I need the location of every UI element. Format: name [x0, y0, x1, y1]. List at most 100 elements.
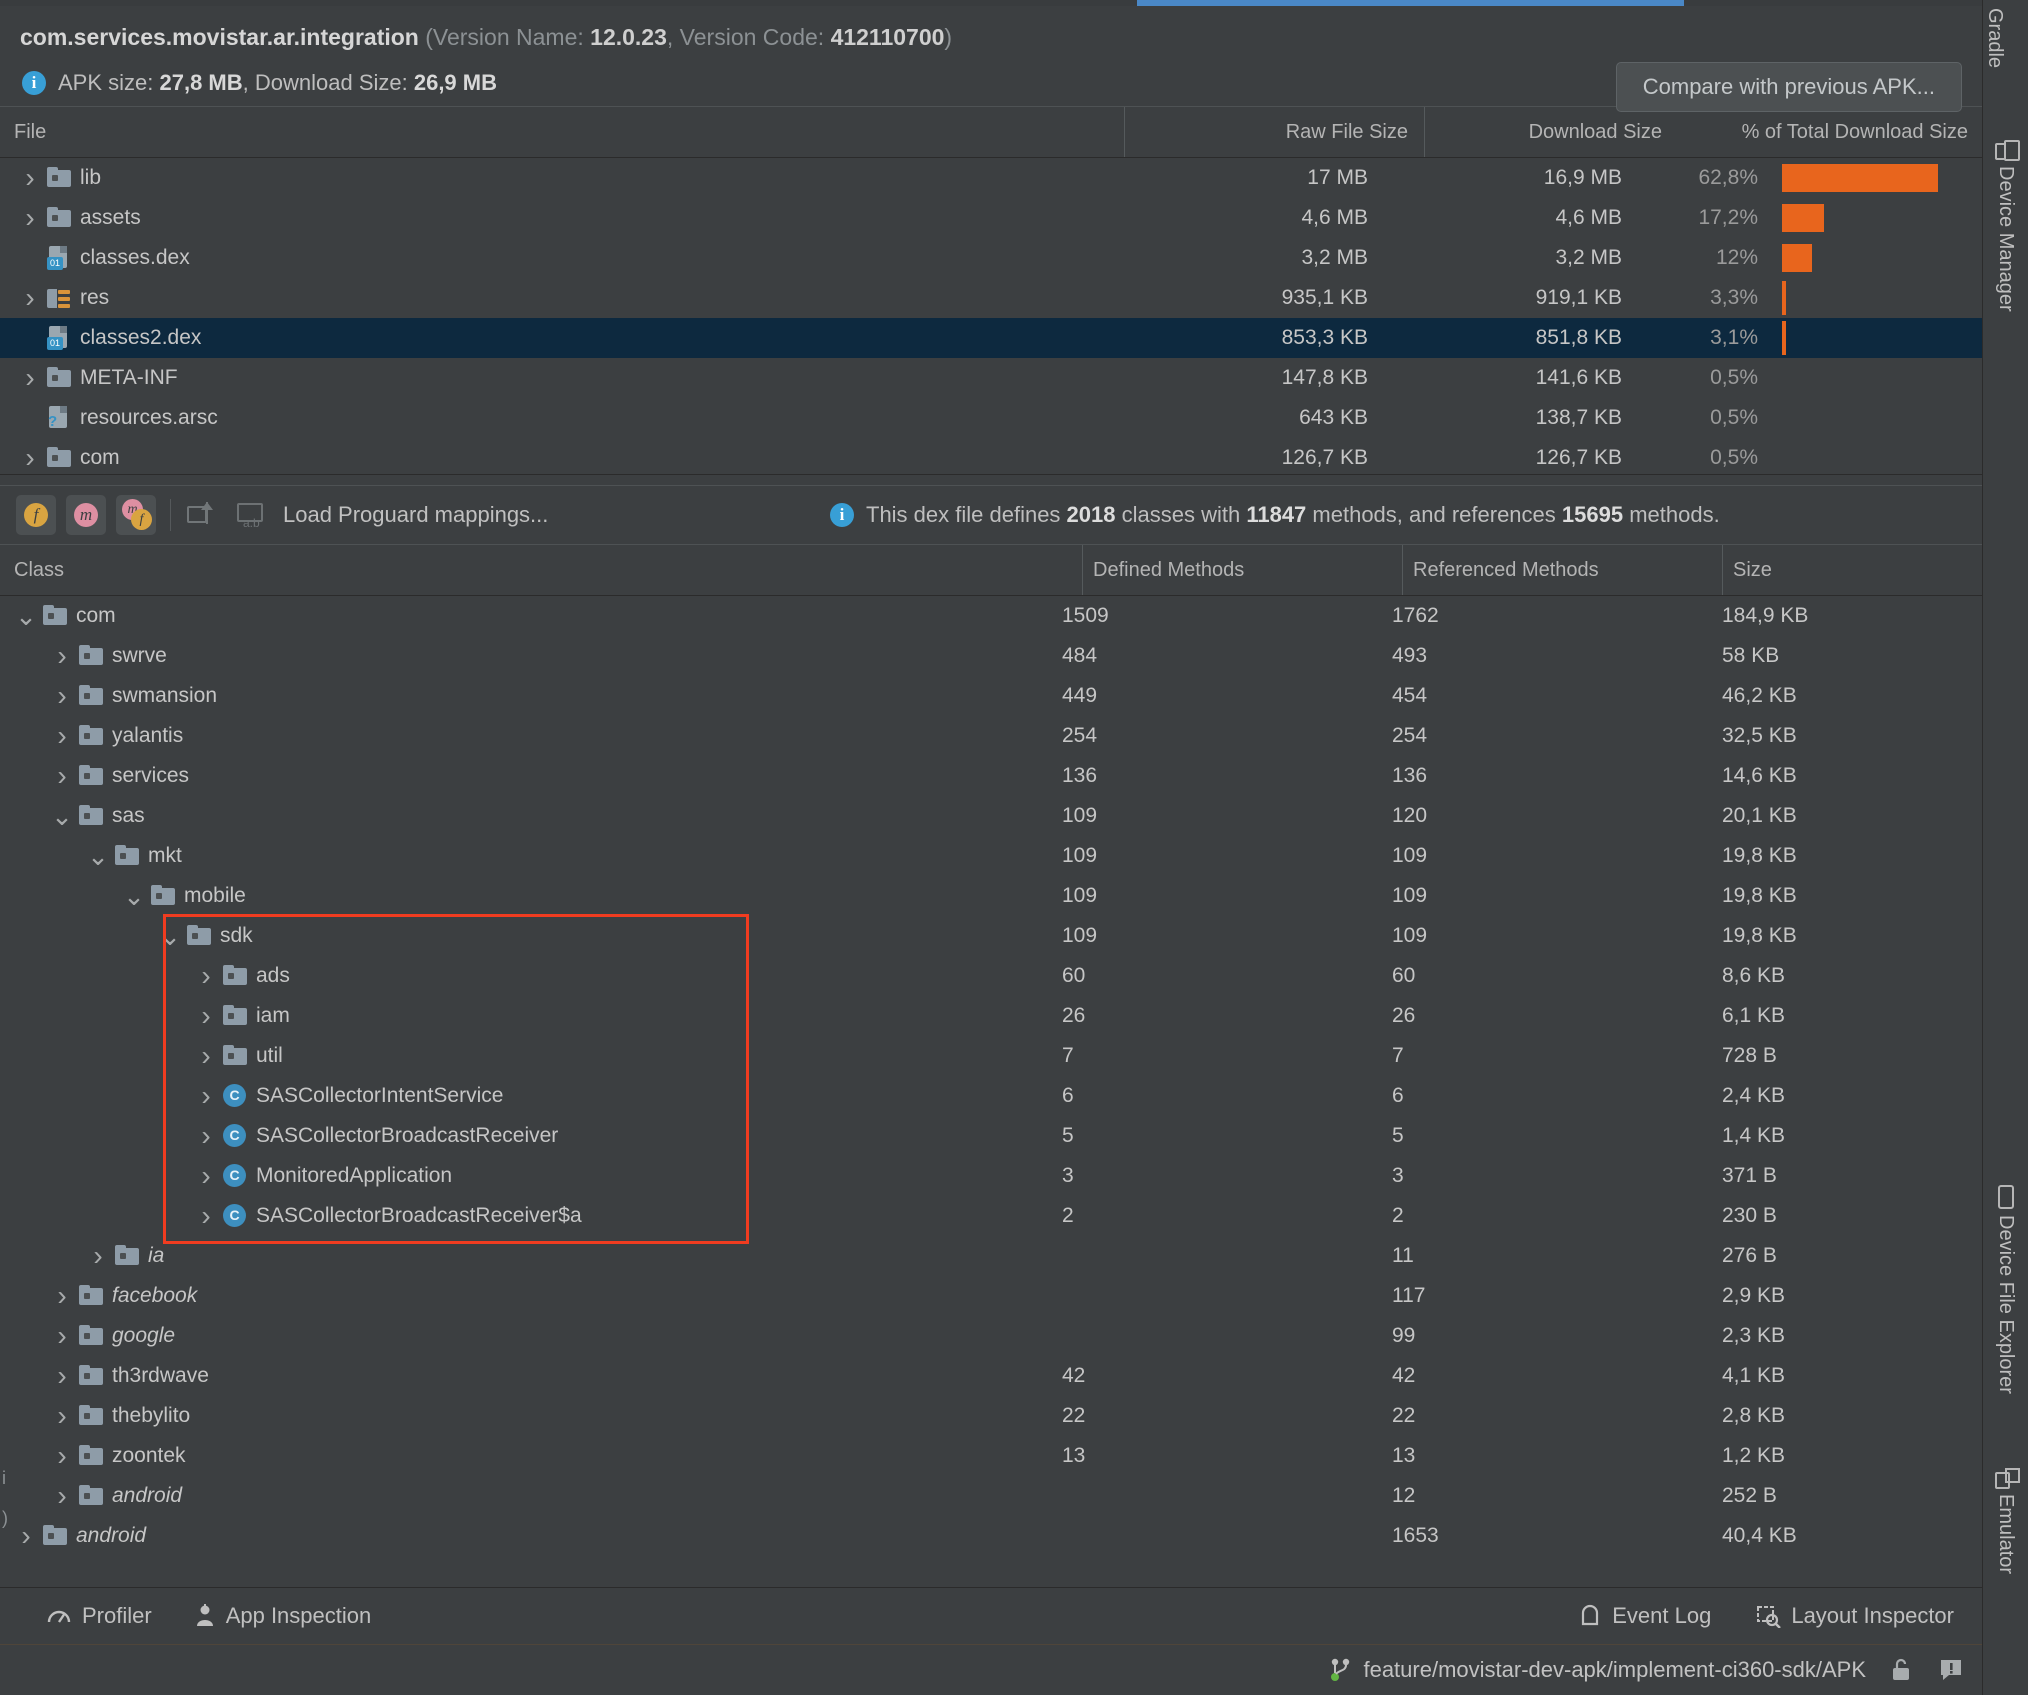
class-table-row[interactable]: ⌄ mobile 109 109 19,8 KB	[0, 876, 1982, 916]
vcs-branch-widget[interactable]: feature/movistar-dev-apk/implement-ci360…	[1329, 1657, 1866, 1683]
chevron-right-icon[interactable]: ›	[194, 1123, 218, 1149]
class-table-row[interactable]: › facebook 117 2,9 KB	[0, 1276, 1982, 1316]
class-table-row[interactable]: › C SASCollectorIntentService 6 6 2,4 KB	[0, 1076, 1982, 1116]
panel-splitter[interactable]	[0, 474, 1982, 486]
dex-info-mid1: classes with	[1115, 502, 1247, 527]
class-table-row[interactable]: › ads 60 60 8,6 KB	[0, 956, 1982, 996]
chevron-right-icon[interactable]: ›	[18, 365, 42, 391]
show-methods-toggle[interactable]: m	[66, 495, 106, 535]
tool-tab-device-manager[interactable]: Device Manager	[1983, 140, 2028, 312]
chevron-right-icon[interactable]: ›	[194, 1203, 218, 1229]
chevron-down-icon[interactable]: ⌄	[14, 603, 38, 629]
class-table-row[interactable]: › C MonitoredApplication 3 3 371 B	[0, 1156, 1982, 1196]
class-table-row[interactable]: › C SASCollectorBroadcastReceiver 5 5 1,4 KB	[0, 1116, 1982, 1156]
column-header-pct-of-total-download-size[interactable]: % of Total Download Size	[1662, 107, 1982, 157]
chevron-down-icon[interactable]: ⌄	[50, 803, 74, 829]
chevron-right-icon[interactable]: ›	[194, 1003, 218, 1029]
column-header-file[interactable]: File	[0, 107, 1124, 157]
chevron-right-icon[interactable]: ›	[194, 1163, 218, 1189]
chevron-right-icon[interactable]: ›	[50, 1283, 74, 1309]
class-name-cell: ⌄ mobile	[0, 883, 1052, 909]
chevron-down-icon[interactable]: ⌄	[158, 923, 182, 949]
column-header-defined-methods[interactable]: Defined Methods	[1082, 545, 1402, 595]
chevron-right-icon[interactable]: ›	[18, 205, 42, 231]
show-all-members-toggle[interactable]: m f	[116, 495, 156, 535]
file-raw-size: 4,6 MB	[1301, 206, 1368, 229]
chevron-right-icon[interactable]: ›	[18, 165, 42, 191]
chevron-right-icon[interactable]: ›	[50, 1403, 74, 1429]
chevron-right-icon[interactable]: ›	[50, 1483, 74, 1509]
class-table-row[interactable]: › zoontek 13 13 1,2 KB	[0, 1436, 1982, 1476]
lock-icon[interactable]	[1890, 1657, 1912, 1683]
chevron-right-icon[interactable]: ›	[194, 963, 218, 989]
chevron-right-icon[interactable]: ›	[18, 445, 42, 471]
chevron-right-icon[interactable]: ›	[50, 723, 74, 749]
event-log-tool-button[interactable]: Event Log	[1578, 1603, 1711, 1629]
file-table-row[interactable]: 01 classes.dex 3,2 MB 3,2 MB 12%	[0, 238, 1982, 278]
java-class-icon: C	[222, 1163, 248, 1189]
class-table-row[interactable]: ⌄ sas 109 120 20,1 KB	[0, 796, 1982, 836]
class-table-row[interactable]: › util 7 7 728 B	[0, 1036, 1982, 1076]
file-table-row[interactable]: › META-INF 147,8 KB 141,6 KB 0,5%	[0, 358, 1982, 398]
column-header-class[interactable]: Class	[0, 545, 1082, 595]
show-fields-toggle[interactable]: f	[16, 495, 56, 535]
app-inspection-tool-button[interactable]: App Inspection	[194, 1603, 371, 1629]
compare-with-previous-apk-button[interactable]: Compare with previous APK...	[1615, 62, 1962, 112]
tool-tab-emulator[interactable]: Emulator	[1983, 1468, 2028, 1574]
class-table-row[interactable]: ⌄ sdk 109 109 19,8 KB	[0, 916, 1982, 956]
file-table-header: File Raw File Size Download Size % of To…	[0, 106, 1982, 158]
tool-tab-gradle[interactable]: Gradle	[1983, 8, 2028, 68]
fields-overlay-icon: f	[131, 509, 152, 530]
class-table-row[interactable]: › yalantis 254 254 32,5 KB	[0, 716, 1982, 756]
file-raw-size: 935,1 KB	[1281, 286, 1368, 309]
chevron-right-icon[interactable]: ›	[194, 1083, 218, 1109]
file-table-row[interactable]: › assets 4,6 MB 4,6 MB 17,2%	[0, 198, 1982, 238]
chevron-right-icon[interactable]: ›	[194, 1043, 218, 1069]
class-table-row[interactable]: › android 1653 40,4 KB	[0, 1516, 1982, 1556]
chevron-right-icon[interactable]: ›	[86, 1243, 110, 1269]
column-header-raw-file-size[interactable]: Raw File Size	[1124, 107, 1424, 157]
class-table-row[interactable]: › google 99 2,3 KB	[0, 1316, 1982, 1356]
class-table-row[interactable]: › C SASCollectorBroadcastReceiver$a 2 2 230 B	[0, 1196, 1982, 1236]
column-header-referenced-methods[interactable]: Referenced Methods	[1402, 545, 1722, 595]
chevron-down-icon[interactable]: ⌄	[122, 883, 146, 909]
file-table-row[interactable]: ? resources.arsc 643 KB 138,7 KB 0,5%	[0, 398, 1982, 438]
chevron-right-icon[interactable]: ›	[50, 643, 74, 669]
notification-icon[interactable]	[1938, 1657, 1964, 1683]
chevron-down-icon[interactable]: ⌄	[86, 843, 110, 869]
chevron-right-icon[interactable]: ›	[50, 763, 74, 789]
chevron-right-icon[interactable]: ›	[50, 1443, 74, 1469]
class-table-row[interactable]: ⌄ mkt 109 109 19,8 KB	[0, 836, 1982, 876]
column-header-size[interactable]: Size	[1722, 545, 1982, 595]
chevron-right-icon[interactable]: ›	[14, 1523, 38, 1549]
layout-inspector-tool-button[interactable]: Layout Inspector	[1755, 1603, 1954, 1629]
class-name-cell: › thebylito	[0, 1403, 1052, 1429]
class-name: thebylito	[112, 1404, 191, 1427]
class-table-row[interactable]: › th3rdwave 42 42 4,1 KB	[0, 1356, 1982, 1396]
class-table-row[interactable]: › services 136 136 14,6 KB	[0, 756, 1982, 796]
chevron-right-icon[interactable]: ›	[18, 285, 42, 311]
column-header-download-size[interactable]: Download Size	[1424, 107, 1662, 157]
class-table-row[interactable]: › ia 11 276 B	[0, 1236, 1982, 1276]
class-defined-methods: 2	[1062, 1204, 1074, 1227]
class-table-row[interactable]: › android 12 252 B	[0, 1476, 1982, 1516]
chevron-right-icon[interactable]: ›	[50, 683, 74, 709]
file-table-row[interactable]: › lib 17 MB 16,9 MB 62,8%	[0, 158, 1982, 198]
file-table-row[interactable]: 01 classes2.dex 853,3 KB 851,8 KB 3,1%	[0, 318, 1982, 358]
sort-by-size-icon[interactable]	[187, 500, 221, 530]
file-table-row[interactable]: › res 935,1 KB 919,1 KB 3,3%	[0, 278, 1982, 318]
file-table-body[interactable]: › lib 17 MB 16,9 MB 62,8% › assets 4,6 MB 4,6 MB…	[0, 158, 1982, 474]
load-proguard-mappings-label[interactable]: Load Proguard mappings...	[283, 502, 548, 528]
class-table-row[interactable]: › swrve 484 493 58 KB	[0, 636, 1982, 676]
chevron-right-icon[interactable]: ›	[50, 1363, 74, 1389]
profiler-tool-button[interactable]: Profiler	[46, 1603, 152, 1629]
class-table-body[interactable]: ⌄ com 1509 1762 184,9 KB › swrve 484 493 58 KB › sw…	[0, 596, 1982, 1587]
class-table-row[interactable]: › swmansion 449 454 46,2 KB	[0, 676, 1982, 716]
tool-tab-device-file-explorer[interactable]: Device File Explorer	[1983, 1185, 2028, 1394]
class-table-row[interactable]: › iam 26 26 6,1 KB	[0, 996, 1982, 1036]
load-proguard-mappings-icon[interactable]: a.b	[235, 500, 269, 530]
chevron-right-icon[interactable]: ›	[50, 1323, 74, 1349]
class-table-row[interactable]: ⌄ com 1509 1762 184,9 KB	[0, 596, 1982, 636]
file-table-row[interactable]: › com 126,7 KB 126,7 KB 0,5%	[0, 438, 1982, 474]
class-table-row[interactable]: › thebylito 22 22 2,8 KB	[0, 1396, 1982, 1436]
